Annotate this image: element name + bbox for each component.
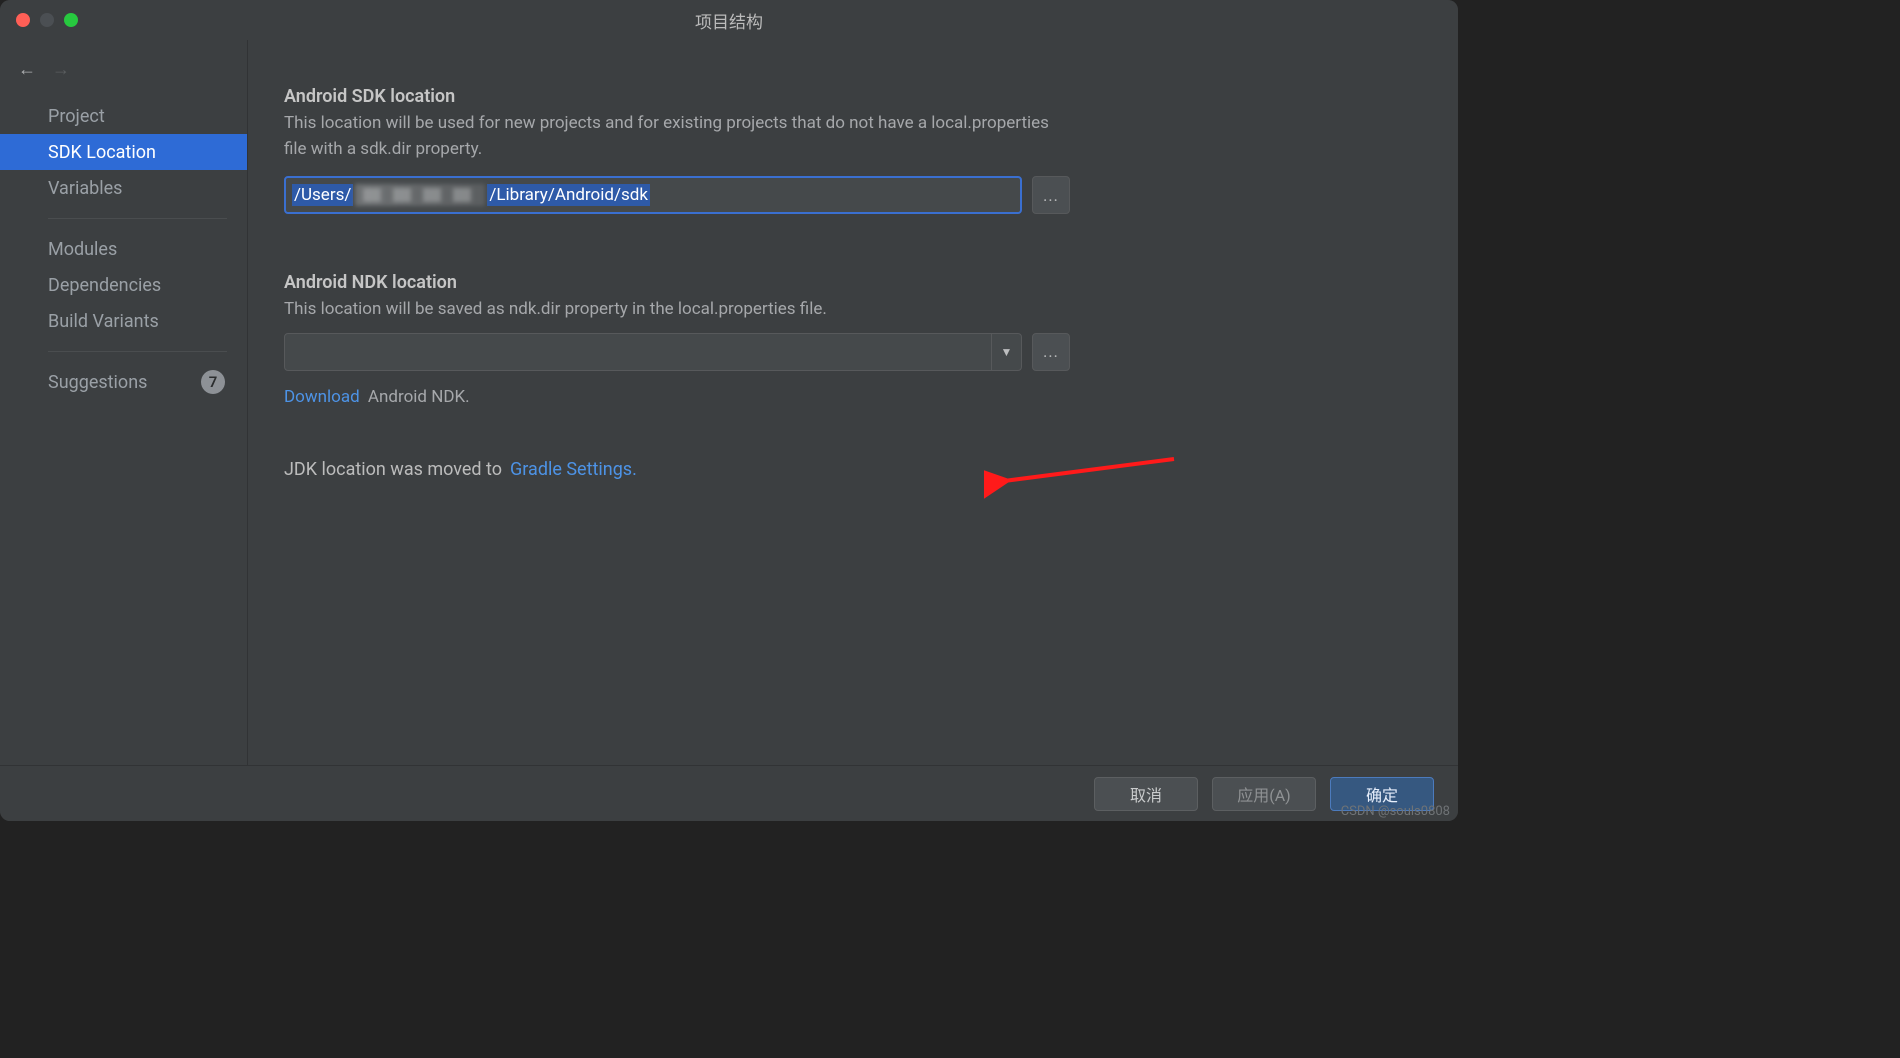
separator	[48, 218, 227, 219]
sdk-location-desc: This location will be used for new proje…	[284, 111, 1074, 162]
sidebar-item-modules[interactable]: Modules	[0, 231, 247, 267]
forward-icon: →	[52, 59, 70, 80]
jdk-moved-prefix: JDK location was moved to	[284, 459, 502, 480]
sidebar-item-sdk-location[interactable]: SDK Location	[0, 134, 247, 170]
sidebar-item-variables[interactable]: Variables	[0, 170, 247, 206]
download-ndk-link[interactable]: Download	[284, 387, 360, 407]
titlebar: 项目结构	[0, 0, 1458, 40]
sidebar-item-label: Suggestions	[48, 372, 147, 393]
sidebar: ← → Project SDK Location Variables Modul…	[0, 40, 248, 765]
watermark: CSDN @souls0808	[1341, 804, 1450, 819]
separator	[48, 351, 227, 352]
cancel-button[interactable]: 取消	[1094, 777, 1198, 811]
suggestions-badge: 7	[201, 370, 225, 394]
gradle-settings-link[interactable]: Gradle Settings.	[510, 459, 637, 480]
content-pane: Android SDK location This location will …	[248, 40, 1458, 765]
dialog-footer: 取消 应用(A) 确定	[0, 765, 1458, 821]
sdk-location-input[interactable]: /Users/ /Library/Android/sdk	[284, 176, 1022, 214]
back-icon[interactable]: ←	[18, 59, 36, 80]
sidebar-item-suggestions[interactable]: Suggestions 7	[0, 364, 247, 400]
download-ndk-line: Download Android NDK.	[284, 387, 1398, 407]
project-structure-dialog: 项目结构 ← → Project SDK Location Variables …	[0, 0, 1458, 821]
ndk-location-title: Android NDK location	[284, 272, 1398, 293]
sidebar-item-dependencies[interactable]: Dependencies	[0, 267, 247, 303]
ndk-location-combo[interactable]: ▼	[284, 333, 1022, 371]
nav-row: ← →	[0, 50, 247, 88]
minimize-icon[interactable]	[40, 13, 54, 27]
jdk-moved-line: JDK location was moved to Gradle Setting…	[284, 459, 1398, 480]
sidebar-item-build-variants[interactable]: Build Variants	[0, 303, 247, 339]
ndk-location-desc: This location will be saved as ndk.dir p…	[284, 297, 1074, 323]
close-icon[interactable]	[16, 13, 30, 27]
apply-button[interactable]: 应用(A)	[1212, 777, 1316, 811]
download-ndk-rest: Android NDK.	[364, 387, 470, 407]
window-title: 项目结构	[0, 8, 1458, 33]
browse-sdk-button[interactable]: ...	[1032, 176, 1070, 214]
window-controls	[16, 13, 78, 27]
sidebar-item-project[interactable]: Project	[0, 98, 247, 134]
chevron-down-icon[interactable]: ▼	[991, 334, 1021, 370]
sdk-location-title: Android SDK location	[284, 86, 1398, 107]
maximize-icon[interactable]	[64, 13, 78, 27]
sdk-path-prefix: /Users/	[292, 184, 353, 206]
sdk-path-suffix: /Library/Android/sdk	[487, 184, 650, 206]
annotation-arrow-icon	[984, 449, 1184, 509]
redacted-segment	[355, 184, 485, 206]
browse-ndk-button[interactable]: ...	[1032, 333, 1070, 371]
